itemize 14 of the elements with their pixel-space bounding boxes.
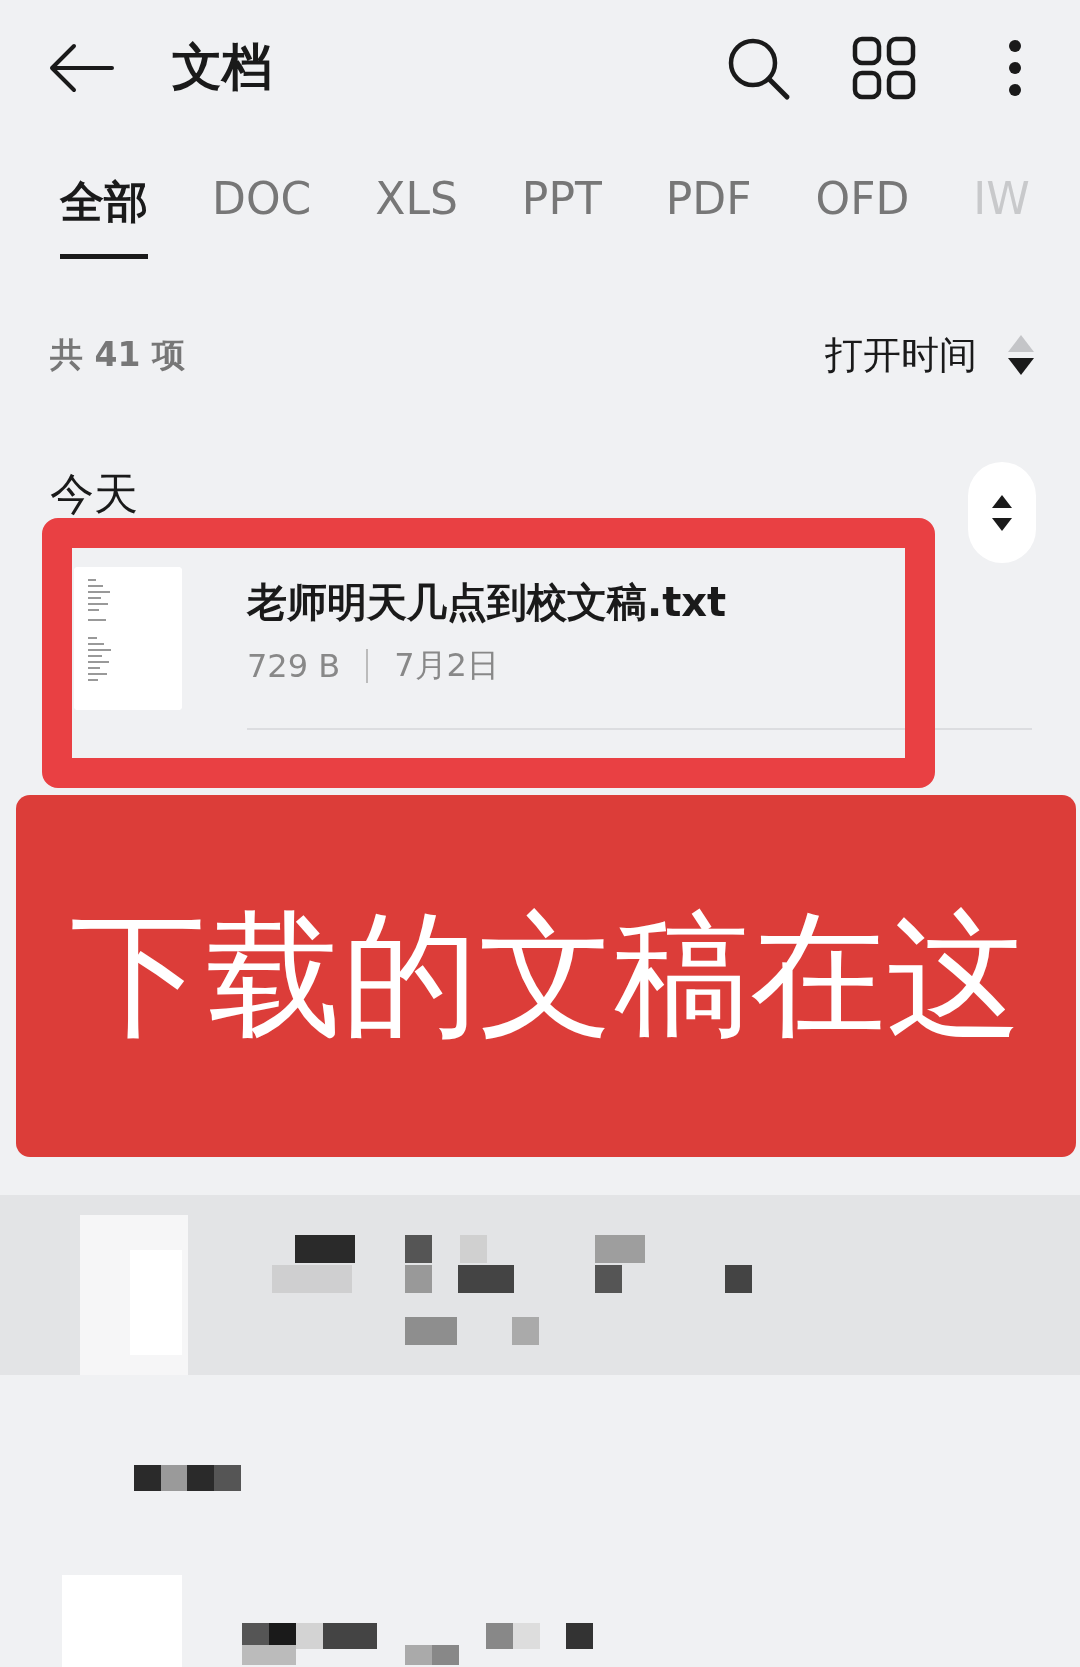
- file-name[interactable]: 老师明天几点到校文稿.txt: [247, 575, 1032, 630]
- page-title: 文档: [172, 37, 273, 98]
- file-size: 729 B: [247, 647, 341, 685]
- sort-option[interactable]: 打开时间: [825, 329, 977, 381]
- tab[interactable]: 全部: [60, 135, 148, 259]
- item-count: 共 41 项: [50, 333, 186, 376]
- tab[interactable]: OFD: [815, 135, 910, 251]
- tab[interactable]: PDF: [665, 135, 752, 251]
- tab[interactable]: PPT: [521, 135, 602, 251]
- annotation-banner: 下载的文稿在这: [16, 795, 1076, 1157]
- tab[interactable]: DOC: [212, 135, 312, 251]
- section-heading: 今天: [49, 467, 138, 521]
- file-date: 7月2日: [394, 645, 499, 686]
- tab[interactable]: XLS: [375, 135, 458, 251]
